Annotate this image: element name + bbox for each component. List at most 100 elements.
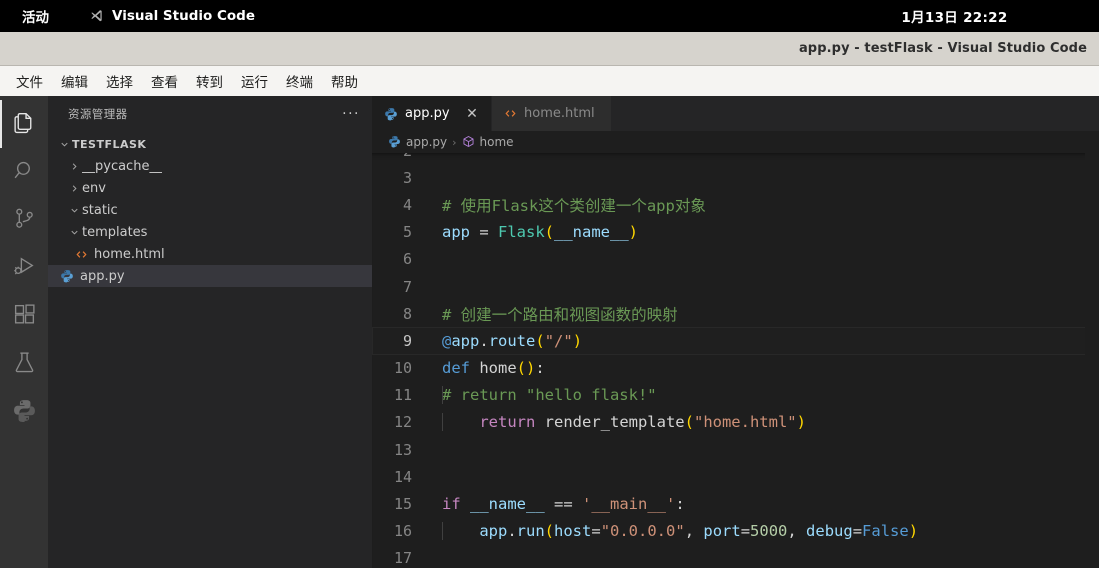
python-icon — [12, 398, 37, 427]
tab-home-html[interactable]: home.html — [492, 96, 612, 131]
editor-tabbar: app.py ✕ home.html — [372, 96, 1099, 131]
code-line: 16 app.run(host="0.0.0.0", port=5000, de… — [372, 518, 1099, 545]
token-bracket: ) — [526, 359, 536, 378]
tree-item-app-py[interactable]: app.py — [48, 265, 372, 287]
token-property: route — [488, 331, 536, 350]
indent-guide — [442, 413, 443, 432]
code-line: 17 — [372, 545, 1099, 568]
code-line: 3 — [372, 164, 1099, 191]
breadcrumb-label: home — [479, 135, 514, 149]
tree-root-testflask[interactable]: TESTFLASK — [48, 133, 372, 155]
tree-root-label: TESTFLASK — [72, 137, 147, 151]
token-bracket: ( — [684, 413, 694, 432]
menu-terminal[interactable]: 终端 — [278, 68, 321, 94]
menu-select[interactable]: 选择 — [98, 68, 141, 94]
token-comment: # 创建一个路由和视图函数的映射 — [442, 305, 678, 324]
tree-item-pycache[interactable]: __pycache__ — [48, 155, 372, 177]
token-string: "/" — [544, 331, 573, 350]
tree-item-templates[interactable]: templates — [48, 221, 372, 243]
code-line: 4 # 使用Flask这个类创建一个app对象 — [372, 191, 1099, 218]
menu-view[interactable]: 查看 — [143, 68, 186, 94]
token-string: '__main__' — [582, 495, 676, 514]
line-content: @app.route("/") — [434, 332, 582, 350]
token-bracket: ( — [544, 522, 555, 541]
code-scroller: 2 3 4 # 使用Flask这个类创建一个app对象 5 app = Flas… — [372, 153, 1099, 568]
python-file-icon — [388, 135, 401, 149]
editor-scrollbar[interactable] — [1085, 153, 1099, 568]
code-line-current: 9 @app.route("/") — [372, 327, 1099, 355]
activitybar-item-python[interactable] — [0, 388, 48, 436]
token-operator: = — [852, 522, 863, 541]
tree-item-static[interactable]: static — [48, 199, 372, 221]
menu-help[interactable]: 帮助 — [323, 68, 366, 94]
token-param: port — [703, 522, 741, 541]
line-number: 4 — [402, 195, 412, 214]
chevron-right-icon: › — [452, 135, 457, 149]
token-keyword: if — [442, 495, 461, 514]
line-number: 2 — [372, 153, 434, 160]
explorer-more-actions-button[interactable]: ··· — [342, 107, 360, 121]
activitybar-item-search[interactable] — [0, 148, 48, 196]
symbol-method-icon — [462, 135, 475, 149]
active-app-name: Visual Studio Code — [112, 8, 255, 24]
token-constant: False — [862, 522, 909, 541]
token-function-name: home — [470, 359, 517, 378]
vscode-workbench: 资源管理器 ··· TESTFLASK __pycache__ env stat… — [0, 96, 1099, 568]
token-punct: . — [479, 331, 489, 350]
tab-app-py[interactable]: app.py ✕ — [372, 96, 492, 131]
source-control-icon — [12, 206, 37, 235]
token-bracket: ) — [628, 223, 639, 242]
tree-item-label: env — [82, 180, 106, 196]
tab-label: home.html — [524, 106, 595, 121]
files-icon — [12, 110, 37, 139]
menu-file[interactable]: 文件 — [8, 68, 51, 94]
clock-text: 1月13日 22:22 — [901, 10, 1008, 26]
menu-go[interactable]: 转到 — [188, 68, 231, 94]
python-file-icon — [384, 107, 398, 121]
vscode-window: 活动 Visual Studio Code 1月13日 22:22 app.py… — [0, 0, 1099, 568]
token-variable: __name__ — [460, 495, 545, 514]
code-line: 12 return render_template("home.html") — [372, 409, 1099, 436]
activitybar-item-run-and-debug[interactable] — [0, 244, 48, 292]
explorer-title: 资源管理器 — [68, 106, 128, 121]
breadcrumb-item-symbol[interactable]: home — [462, 135, 514, 149]
line-number: 13 — [393, 440, 412, 459]
activity-bar — [0, 96, 48, 568]
line-number: 11 — [393, 386, 412, 405]
indent-guide — [442, 386, 443, 405]
token-operator: = — [740, 522, 751, 541]
tab-label: app.py — [405, 106, 450, 121]
token-method: run — [516, 522, 545, 541]
activitybar-item-testing[interactable] — [0, 340, 48, 388]
token-variable: app — [451, 331, 480, 350]
token-punct: : — [535, 359, 545, 378]
menu-edit[interactable]: 编辑 — [53, 68, 96, 94]
line-content: # 使用Flask这个类创建一个app对象 — [434, 194, 706, 216]
chevron-right-icon — [66, 161, 82, 172]
breadcrumb-item-file[interactable]: app.py — [388, 135, 447, 149]
code-line: 8 # 创建一个路由和视图函数的映射 — [372, 300, 1099, 327]
line-number: 8 — [402, 304, 412, 323]
tree-item-home-html[interactable]: home.html — [48, 243, 372, 265]
token-operator: = — [591, 522, 601, 541]
activitybar-item-source-control[interactable] — [0, 196, 48, 244]
activities-button[interactable]: 活动 — [22, 6, 49, 26]
token-variable: app — [442, 223, 470, 242]
code-line: 13 — [372, 436, 1099, 463]
file-tree: TESTFLASK __pycache__ env static templat… — [48, 131, 372, 287]
activitybar-item-explorer[interactable] — [0, 100, 48, 148]
token-punct: , — [787, 522, 807, 541]
activitybar-item-extensions[interactable] — [0, 292, 48, 340]
tree-item-env[interactable]: env — [48, 177, 372, 199]
chevron-right-icon — [66, 183, 82, 194]
code-editor[interactable]: 2 3 4 # 使用Flask这个类创建一个app对象 5 app = Flas… — [372, 153, 1099, 568]
tab-close-button[interactable]: ✕ — [463, 105, 481, 123]
search-icon — [12, 158, 37, 187]
active-app-indicator[interactable]: Visual Studio Code — [89, 8, 255, 24]
breadcrumb: app.py › home — [372, 131, 1099, 153]
chevron-down-icon — [56, 139, 72, 150]
beaker-icon — [12, 350, 37, 379]
line-content: def home(): — [434, 359, 545, 377]
line-content: return render_template("home.html") — [434, 413, 806, 432]
menu-run[interactable]: 运行 — [233, 68, 276, 94]
